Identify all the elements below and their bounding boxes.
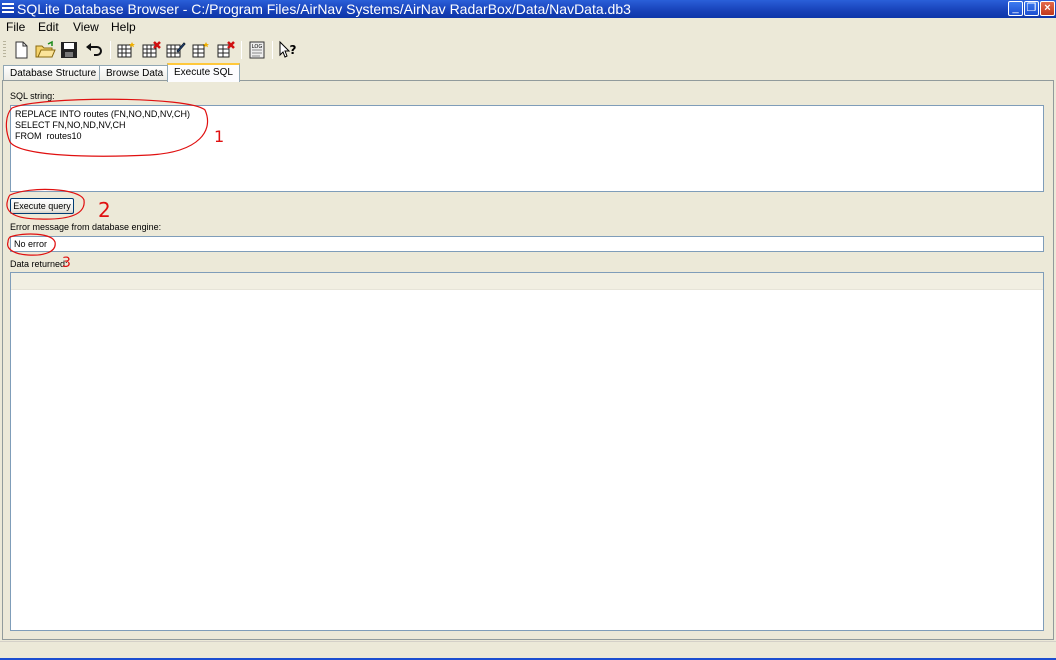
log-icon[interactable]: LOG <box>246 40 268 60</box>
menu-help[interactable]: Help <box>111 20 136 34</box>
status-bar <box>0 641 1056 660</box>
app-menu-icon[interactable] <box>2 3 14 15</box>
toolbar-grip[interactable] <box>3 41 6 59</box>
maximize-button[interactable]: ❐ <box>1024 1 1039 16</box>
tab-database-structure[interactable]: Database Structure <box>3 65 104 81</box>
svg-text:LOG: LOG <box>252 44 263 50</box>
undo-icon[interactable] <box>83 40 105 60</box>
toolbar-separator <box>272 41 273 59</box>
menu-file[interactable]: File <box>6 20 25 34</box>
sql-line: SELECT FN,NO,ND,NV,CH <box>15 120 126 130</box>
sql-line: FROM routes10 <box>15 131 82 141</box>
open-database-icon[interactable] <box>34 40 56 60</box>
tab-bar: Database Structure Browse Data Execute S… <box>0 63 1056 82</box>
sql-string-editor[interactable]: REPLACE INTO routes (FN,NO,ND,NV,CH) SEL… <box>10 105 1044 192</box>
toolbar-separator <box>241 41 242 59</box>
save-icon[interactable] <box>58 40 80 60</box>
title-bar: SQLite Database Browser - C:/Program Fil… <box>0 0 1056 18</box>
svg-text:?: ? <box>290 43 297 57</box>
tab-execute-sql[interactable]: Execute SQL <box>167 63 240 82</box>
whats-this-icon[interactable]: ? <box>277 40 299 60</box>
create-table-icon[interactable] <box>115 40 137 60</box>
toolbar: LOG ? <box>0 37 1056 63</box>
data-returned-grid[interactable] <box>10 272 1044 631</box>
execute-query-button[interactable]: Execute query <box>10 198 74 214</box>
new-database-icon[interactable] <box>10 40 32 60</box>
data-grid-header <box>11 273 1043 290</box>
close-button[interactable]: × <box>1040 1 1055 16</box>
minimize-button[interactable]: _ <box>1008 1 1023 16</box>
window-title: SQLite Database Browser - C:/Program Fil… <box>17 1 631 17</box>
create-index-icon[interactable] <box>189 40 211 60</box>
data-returned-label: Data returned: <box>10 259 68 269</box>
menu-bar: File Edit View Help <box>0 18 1056 37</box>
tab-browse-data[interactable]: Browse Data <box>99 65 171 81</box>
menu-edit[interactable]: Edit <box>38 20 59 34</box>
toolbar-separator <box>110 41 111 59</box>
sql-string-label: SQL string: <box>10 91 55 101</box>
sql-line: REPLACE INTO routes (FN,NO,ND,NV,CH) <box>15 109 191 119</box>
delete-table-icon[interactable] <box>140 40 162 60</box>
delete-index-icon[interactable] <box>214 40 236 60</box>
menu-view[interactable]: View <box>73 20 99 34</box>
error-message-field: No error <box>10 236 1044 252</box>
error-message-label: Error message from database engine: <box>10 222 162 232</box>
modify-table-icon[interactable] <box>164 40 186 60</box>
